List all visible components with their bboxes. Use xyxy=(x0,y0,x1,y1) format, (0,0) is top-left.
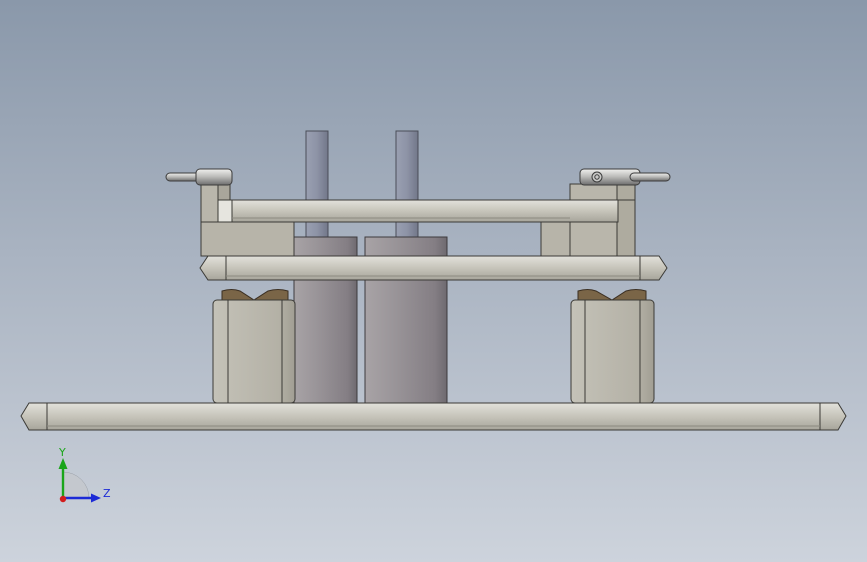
triad-plane-shade xyxy=(62,471,90,499)
x-axis-point xyxy=(59,495,67,503)
z-axis-arrowhead xyxy=(91,493,101,503)
z-axis-label: Z xyxy=(103,487,111,500)
cad-model-view[interactable]: Y Z xyxy=(0,0,867,562)
base-rail xyxy=(20,402,847,431)
middle-platform-bar xyxy=(199,255,668,281)
graphics-viewport[interactable]: Y Z xyxy=(0,0,867,562)
support-block-left xyxy=(212,299,296,404)
upper-crossbar xyxy=(217,199,619,223)
t-handle-left[interactable] xyxy=(165,168,233,186)
guide-rod-left xyxy=(305,130,329,242)
y-axis-arrowhead xyxy=(58,458,68,469)
support-pad-left xyxy=(221,289,289,301)
guide-rod-right xyxy=(395,130,419,242)
t-handle-right[interactable] xyxy=(579,168,671,186)
support-block-right xyxy=(570,299,655,404)
reference-triad[interactable]: Y Z xyxy=(58,446,111,503)
support-pad-right xyxy=(577,289,647,301)
y-axis-label: Y xyxy=(58,446,66,459)
